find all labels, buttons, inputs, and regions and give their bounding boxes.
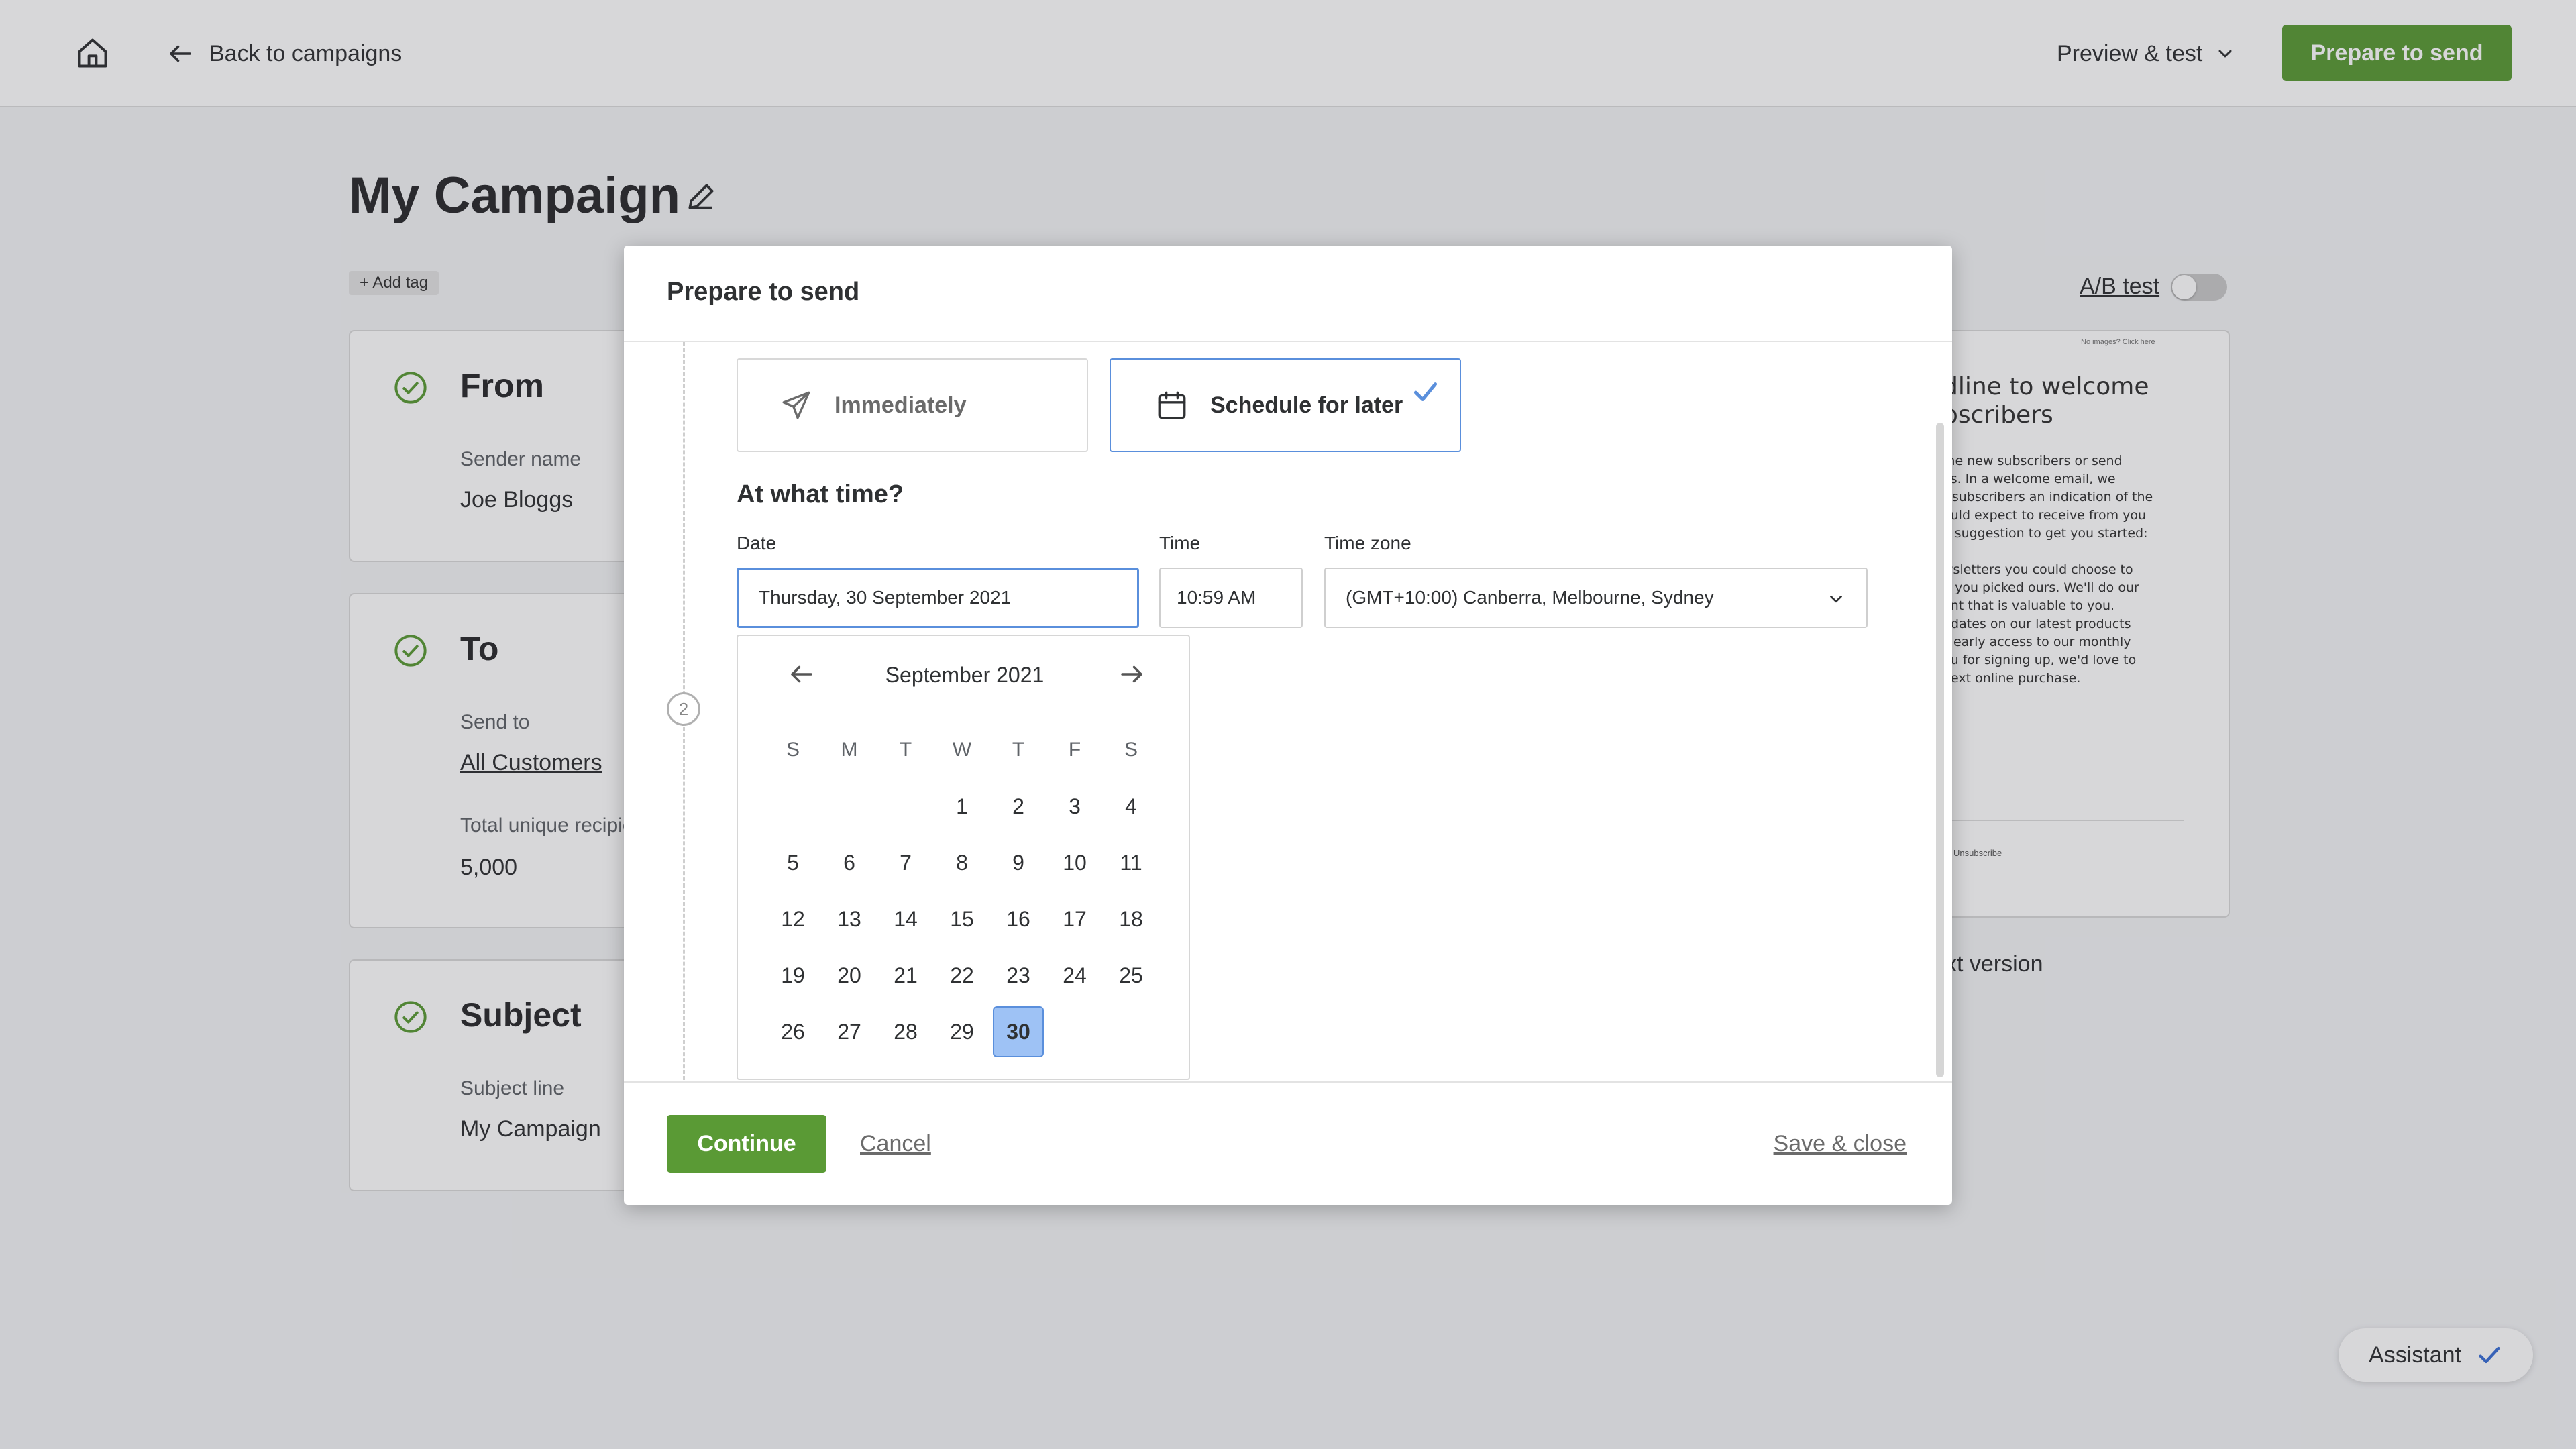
calendar-day[interactable]: 21	[877, 947, 934, 1004]
calendar-day[interactable]: 6	[821, 835, 877, 891]
weekday-header: S	[1124, 739, 1138, 761]
calendar-day[interactable]: 24	[1046, 947, 1103, 1004]
calendar-blank-cell	[821, 778, 877, 835]
schedule-for-later-option[interactable]: Schedule for later	[1110, 358, 1461, 452]
step-number-badge: 2	[667, 692, 700, 726]
timezone-value: (GMT+10:00) Canberra, Melbourne, Sydney	[1346, 587, 1714, 608]
calendar-day[interactable]: 29	[934, 1004, 990, 1060]
calendar-day[interactable]: 10	[1046, 835, 1103, 891]
chevron-down-icon	[1830, 595, 1842, 603]
calendar-day[interactable]: 18	[1103, 891, 1159, 947]
selected-check-icon	[1413, 382, 1438, 401]
calendar-day[interactable]: 9	[990, 835, 1046, 891]
calendar-day[interactable]: 8	[934, 835, 990, 891]
calendar-day[interactable]: 3	[1046, 778, 1103, 835]
calendar-day[interactable]: 7	[877, 835, 934, 891]
calendar-blank-cell	[765, 778, 821, 835]
calendar-icon	[1158, 391, 1186, 419]
calendar-blank-cell	[877, 778, 934, 835]
modal-footer: Continue Cancel Save & close	[624, 1081, 1952, 1205]
date-input[interactable]: Thursday, 30 September 2021	[737, 568, 1139, 628]
timezone-label: Time zone	[1324, 533, 1411, 553]
paper-plane-icon	[782, 391, 810, 419]
calendar-day-selected[interactable]: 30	[993, 1006, 1044, 1057]
time-label: Time	[1159, 533, 1201, 553]
modal-title: Prepare to send	[667, 278, 860, 306]
send-immediately-option[interactable]: Immediately	[737, 358, 1088, 452]
save-and-close-link[interactable]: Save & close	[1774, 1131, 1907, 1157]
weekday-header: T	[1012, 739, 1025, 761]
immediately-label: Immediately	[835, 392, 967, 418]
calendar-day[interactable]: 25	[1103, 947, 1159, 1004]
calendar-day[interactable]: 1	[934, 778, 990, 835]
calendar-day[interactable]: 27	[821, 1004, 877, 1060]
calendar-day[interactable]: 26	[765, 1004, 821, 1060]
calendar-day[interactable]: 20	[821, 947, 877, 1004]
modal-body: 2 Immediately Schedule for later At what…	[624, 342, 1952, 1080]
calendar-day[interactable]: 22	[934, 947, 990, 1004]
calendar-day[interactable]: 14	[877, 891, 934, 947]
calendar-day[interactable]: 11	[1103, 835, 1159, 891]
calendar-day[interactable]: 4	[1103, 778, 1159, 835]
date-picker-calendar: September 2021 S M T W T F S 1 2 3 4 5 6 7 8 9 10 11 12 13 1…	[737, 635, 1190, 1080]
modal-scrollbar[interactable]	[1936, 423, 1944, 1077]
calendar-day[interactable]: 2	[990, 778, 1046, 835]
date-label: Date	[737, 533, 777, 553]
calendar-day[interactable]: 12	[765, 891, 821, 947]
continue-button[interactable]: Continue	[667, 1115, 826, 1173]
schedule-for-later-label: Schedule for later	[1210, 392, 1403, 418]
calendar-day[interactable]: 23	[990, 947, 1046, 1004]
weekday-header: S	[786, 739, 800, 761]
calendar-day[interactable]: 17	[1046, 891, 1103, 947]
timezone-select[interactable]: (GMT+10:00) Canberra, Melbourne, Sydney	[1324, 568, 1868, 628]
calendar-day[interactable]: 16	[990, 891, 1046, 947]
calendar-day[interactable]: 5	[765, 835, 821, 891]
weekday-header: F	[1068, 739, 1081, 761]
calendar-day-grid: S M T W T F S 1 2 3 4 5 6 7 8 9 10 11 12 13 14 15 16 17 18 19 20 21…	[765, 722, 1159, 1060]
calendar-day[interactable]: 15	[934, 891, 990, 947]
modal-header: Prepare to send	[624, 246, 1952, 342]
next-month-arrow-icon[interactable]	[1118, 660, 1146, 688]
prepare-to-send-modal: Prepare to send 2 Immediately Schedule f…	[624, 246, 1952, 1205]
weekday-header: W	[952, 739, 972, 761]
cancel-link[interactable]: Cancel	[860, 1131, 931, 1157]
weekday-header: T	[899, 739, 912, 761]
time-input[interactable]: 10:59 AM	[1159, 568, 1303, 628]
at-what-time-heading: At what time?	[737, 480, 904, 508]
calendar-day[interactable]: 19	[765, 947, 821, 1004]
calendar-day[interactable]: 28	[877, 1004, 934, 1060]
weekday-header: M	[841, 739, 858, 761]
calendar-day[interactable]: 13	[821, 891, 877, 947]
